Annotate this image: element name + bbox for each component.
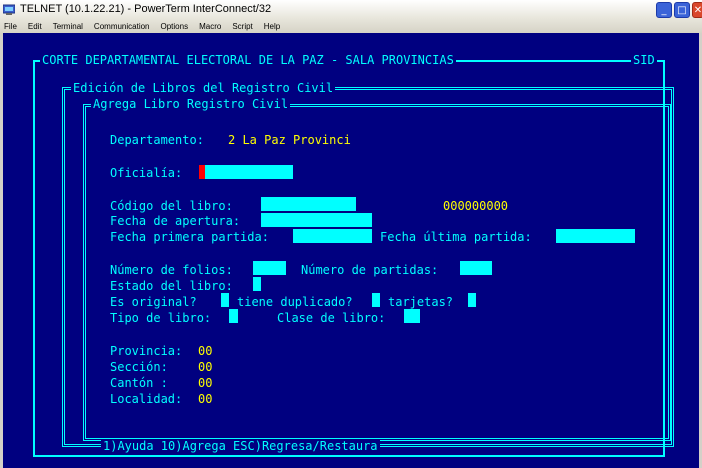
menu-help[interactable]: Help <box>264 22 280 31</box>
fecha-ultima-label: Fecha última partida: <box>380 230 532 244</box>
seccion-value: 00 <box>198 360 213 374</box>
estado-label: Estado del libro: <box>110 279 233 293</box>
menu-edit[interactable]: Edit <box>28 22 42 31</box>
subpanel-title: Agrega Libro Registro Civil <box>91 97 291 111</box>
screen-header: CORTE DEPARTAMENTAL ELECTORAL DE LA PAZ … <box>40 53 456 67</box>
provincia-label: Provincia: <box>110 344 183 358</box>
tarjetas-label: tarjetas? <box>388 295 454 309</box>
clase-libro-field[interactable] <box>404 309 420 323</box>
minimize-button[interactable]: _ <box>656 2 672 18</box>
canton-value: 00 <box>198 376 213 390</box>
oficialia-label: Oficialía: <box>110 166 183 180</box>
menu-script[interactable]: Script <box>232 22 252 31</box>
tipo-libro-label: Tipo de libro: <box>110 311 212 325</box>
maximize-button[interactable]: □ <box>674 2 690 18</box>
oficialia-field[interactable] <box>205 165 293 179</box>
screen-header-sid: SID <box>631 53 657 67</box>
codigo-value: 000000000 <box>443 199 509 213</box>
departamento-label: Departamento: <box>110 133 204 147</box>
menu-terminal[interactable]: Terminal <box>53 22 83 31</box>
tiene-duplicado-label: tiene duplicado? <box>237 295 353 309</box>
fecha-ultima-field[interactable] <box>556 229 635 243</box>
fecha-apertura-field[interactable] <box>261 213 372 227</box>
num-partidas-field[interactable] <box>460 261 492 275</box>
tiene-duplicado-field[interactable] <box>372 293 380 307</box>
menu-communication[interactable]: Communication <box>94 22 150 31</box>
function-key-bar: 1)Ayuda 10)Agrega ESC)Regresa/Restaura <box>101 439 380 453</box>
terminal-screen[interactable]: CORTE DEPARTAMENTAL ELECTORAL DE LA PAZ … <box>0 33 702 468</box>
fecha-primera-label: Fecha primera partida: <box>110 230 269 244</box>
seccion-label: Sección: <box>110 360 168 374</box>
es-original-field[interactable] <box>221 293 229 307</box>
window-title: TELNET (10.1.22.21) - PowerTerm InterCon… <box>20 3 272 15</box>
canton-label: Cantón : <box>110 376 168 390</box>
estado-field[interactable] <box>253 277 261 291</box>
provincia-value: 00 <box>198 344 213 358</box>
localidad-value: 00 <box>198 392 213 406</box>
menu-options[interactable]: Options <box>161 22 189 31</box>
num-folios-field[interactable] <box>253 261 286 275</box>
fecha-primera-field[interactable] <box>293 229 372 243</box>
departamento-value: 2 La Paz Provinci <box>228 133 351 147</box>
menu-bar: File Edit Terminal Communication Options… <box>0 19 280 33</box>
num-folios-label: Número de folios: <box>110 263 233 277</box>
tarjetas-field[interactable] <box>468 293 476 307</box>
clase-libro-label: Clase de libro: <box>277 311 386 325</box>
fecha-apertura-label: Fecha de apertura: <box>110 214 241 228</box>
menu-macro[interactable]: Macro <box>199 22 221 31</box>
localidad-label: Localidad: <box>110 392 183 406</box>
codigo-label: Código del libro: <box>110 199 233 213</box>
menu-file[interactable]: File <box>4 22 17 31</box>
es-original-label: Es original? <box>110 295 197 309</box>
panel-title: Edición de Libros del Registro Civil <box>71 81 336 95</box>
app-icon <box>3 4 15 15</box>
close-button[interactable]: ✕ <box>692 2 702 18</box>
codigo-field[interactable] <box>261 197 356 211</box>
tipo-libro-field[interactable] <box>229 309 238 323</box>
num-partidas-label: Número de partidas: <box>301 263 439 277</box>
